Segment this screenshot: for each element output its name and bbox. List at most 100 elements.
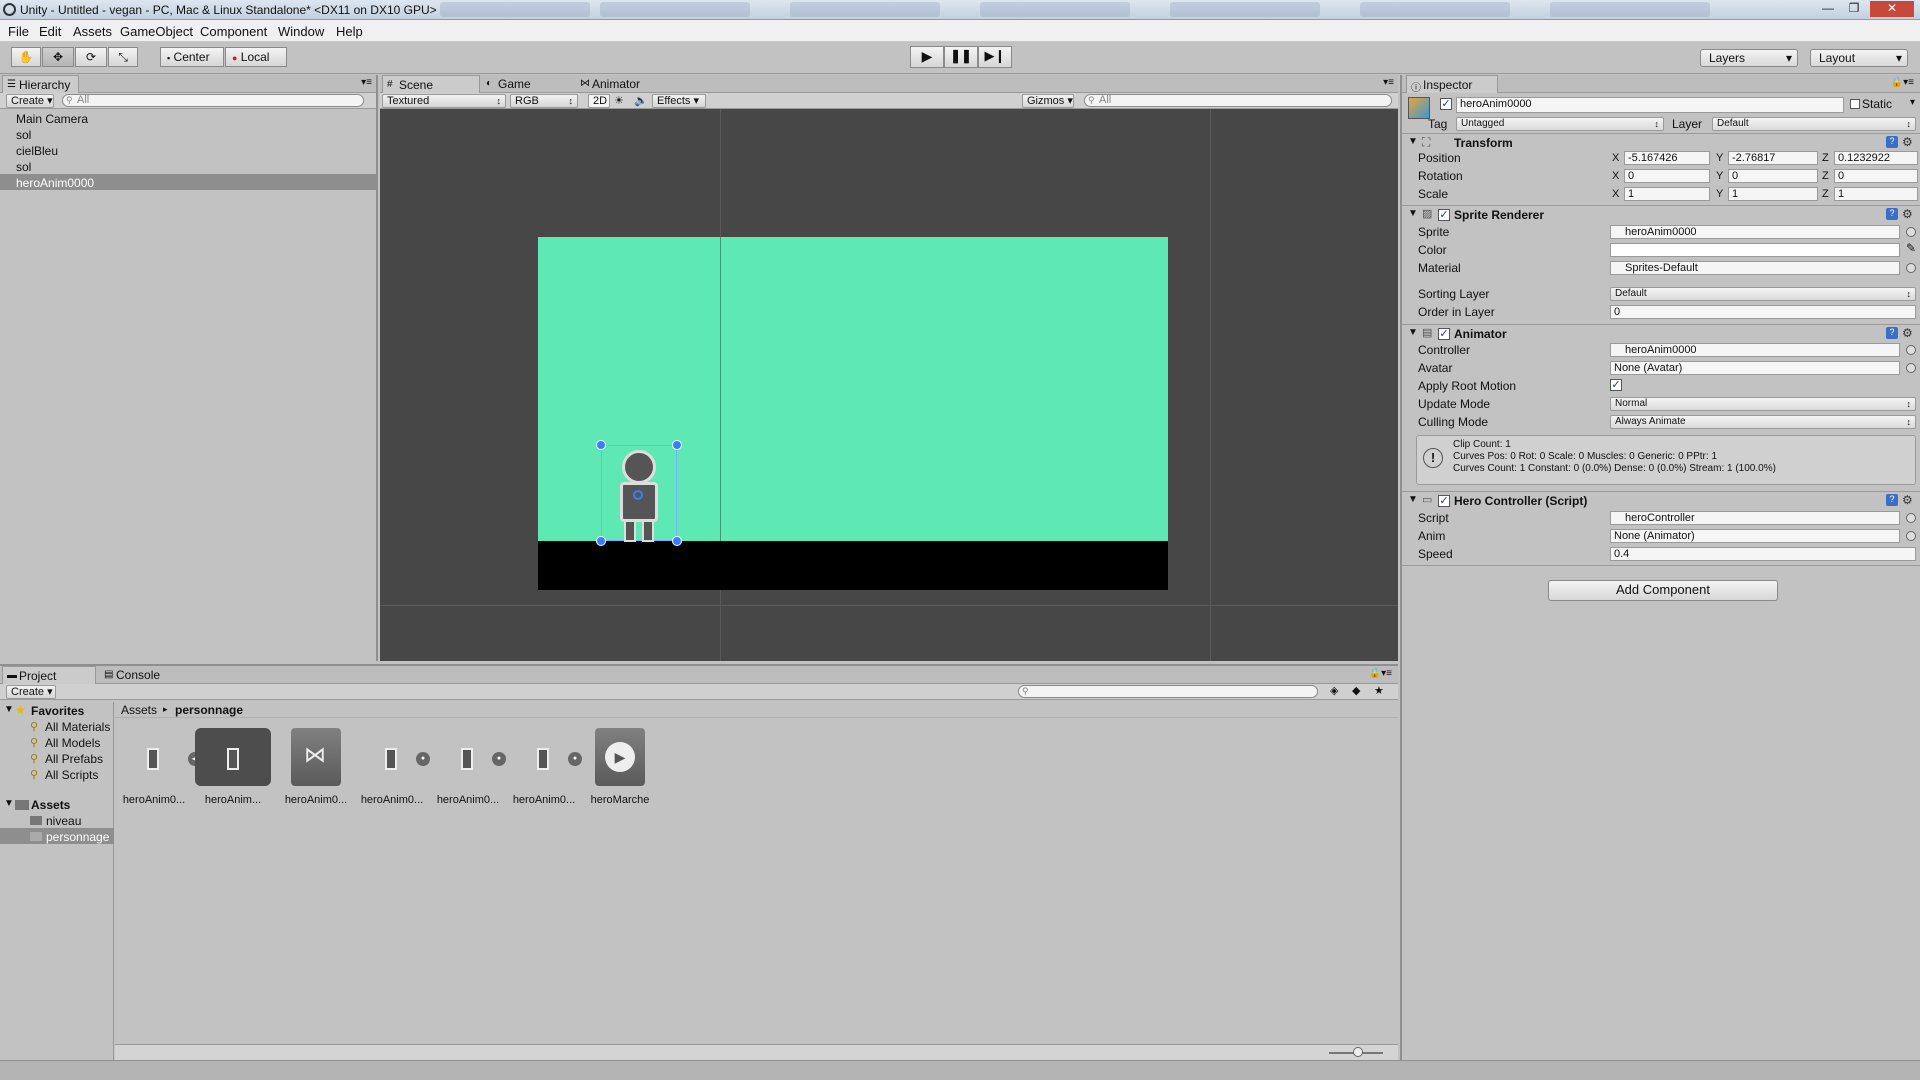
color-swatch[interactable] — [1610, 243, 1900, 257]
tag-dropdown[interactable]: Untagged — [1456, 117, 1664, 131]
favorite-item[interactable]: All Models — [45, 736, 100, 750]
close-button[interactable]: ✕ — [1870, 1, 1914, 17]
ground-sprite[interactable] — [538, 541, 1168, 590]
audio-toggle-icon[interactable]: 🔈 — [634, 94, 648, 107]
favorite-item[interactable]: All Prefabs — [45, 752, 103, 766]
play-button[interactable]: ▶ — [910, 46, 944, 68]
eyedropper-icon[interactable]: ✎ — [1906, 241, 1916, 255]
tab-scene[interactable]: # Scene — [382, 75, 480, 93]
static-dropdown-icon[interactable]: ▾ — [1910, 97, 1915, 108]
hero-sprite-selection[interactable] — [601, 445, 677, 542]
play-preview-icon[interactable]: ● — [568, 752, 582, 766]
help-icon[interactable]: ? — [1886, 327, 1898, 339]
layers-dropdown[interactable]: Layers — [1700, 49, 1798, 67]
favorite-star-icon[interactable]: ★ — [1374, 684, 1384, 697]
menu-assets[interactable]: Assets — [73, 24, 112, 39]
rotation-z-field[interactable]: 0 — [1834, 169, 1918, 183]
object-picker-icon[interactable] — [1906, 513, 1916, 523]
scene-search-input[interactable]: ⚲ All — [1084, 94, 1392, 107]
maximize-button[interactable]: ❐ — [1842, 1, 1866, 17]
help-icon[interactable]: ? — [1886, 136, 1898, 148]
asset-item[interactable]: ◀ heroAnim0... — [119, 728, 202, 808]
lock-and-menu-icon[interactable]: 🔒▾≡ — [1891, 77, 1914, 88]
foldout-arrow-icon[interactable]: ▼ — [1408, 208, 1418, 219]
breadcrumb-personnage[interactable]: personnage — [175, 703, 243, 717]
menu-edit[interactable]: Edit — [39, 24, 61, 39]
tab-console[interactable]: ▤ Console — [100, 666, 190, 684]
position-x-field[interactable]: -5.167426 — [1624, 151, 1710, 165]
sprite-renderer-enabled-checkbox[interactable]: ✓ — [1438, 209, 1450, 221]
menu-help[interactable]: Help — [336, 24, 363, 39]
layer-dropdown[interactable]: Default — [1712, 117, 1916, 131]
culling-mode-dropdown[interactable]: Always Animate — [1610, 415, 1916, 429]
thumbnail-size-slider-handle[interactable] — [1353, 1047, 1363, 1057]
apply-root-motion-checkbox[interactable]: ✓ — [1610, 379, 1622, 391]
menu-gameobject[interactable]: GameObject — [120, 24, 193, 39]
object-picker-icon[interactable] — [1906, 227, 1916, 237]
asset-item-selected[interactable]: heroAnim... — [195, 728, 271, 808]
favorite-item[interactable]: All Scripts — [45, 768, 98, 782]
animator-header[interactable]: ▼ ▤ ✓ Animator ? ⚙ — [1402, 324, 1920, 342]
pivot-handle-icon[interactable] — [633, 490, 643, 500]
avatar-field[interactable]: None (Avatar) — [1610, 361, 1900, 375]
panel-menu-icon[interactable]: ▾≡ — [361, 77, 372, 88]
object-picker-icon[interactable] — [1906, 363, 1916, 373]
scale-tool-button[interactable]: ⤡ — [108, 47, 138, 67]
menu-file[interactable]: File — [8, 24, 29, 39]
favorites-label[interactable]: Favorites — [31, 704, 84, 718]
order-in-layer-field[interactable]: 0 — [1610, 305, 1916, 319]
tab-project[interactable]: ▬ Project — [2, 666, 96, 684]
rect-handle[interactable] — [672, 440, 682, 450]
hierarchy-item[interactable]: cielBleu — [16, 144, 58, 158]
position-y-field[interactable]: -2.76817 — [1728, 151, 1818, 165]
hero-controller-enabled-checkbox[interactable]: ✓ — [1438, 495, 1450, 507]
hierarchy-search-input[interactable]: ⚲ All — [62, 94, 364, 107]
2d-toggle[interactable]: 2D — [588, 94, 610, 108]
update-mode-dropdown[interactable]: Normal — [1610, 397, 1916, 411]
render-mode-dropdown[interactable]: RGB ↕ — [510, 94, 578, 108]
move-tool-button[interactable]: ✥ — [42, 47, 74, 67]
gear-icon[interactable]: ⚙ — [1902, 494, 1913, 506]
favorite-item[interactable]: All Materials — [45, 720, 110, 734]
scale-y-field[interactable]: 1 — [1728, 187, 1818, 201]
gameobject-name-field[interactable]: heroAnim0000 — [1456, 97, 1844, 113]
minimize-button[interactable]: — — [1816, 1, 1840, 17]
filter-by-type-icon[interactable]: ◈ — [1330, 684, 1338, 697]
breadcrumb-assets[interactable]: Assets — [121, 703, 157, 717]
menu-window[interactable]: Window — [278, 24, 324, 39]
help-icon[interactable]: ? — [1886, 494, 1898, 506]
hierarchy-item[interactable]: sol — [16, 160, 31, 174]
rect-handle[interactable] — [672, 536, 682, 546]
layout-dropdown[interactable]: Layout — [1810, 49, 1908, 67]
tab-animator[interactable]: ⋈ Animator — [576, 75, 676, 93]
draw-mode-dropdown[interactable]: Textured ↕ — [382, 94, 506, 108]
pivot-center-toggle[interactable]: ▪ Center — [160, 47, 224, 67]
object-picker-icon[interactable] — [1906, 263, 1916, 273]
foldout-arrow-icon[interactable]: ▼ — [4, 798, 14, 809]
gear-icon[interactable]: ⚙ — [1902, 208, 1913, 220]
transform-header[interactable]: ▼ ⛶ Transform ? ⚙ — [1402, 133, 1920, 151]
tab-inspector[interactable]: ⓘ Inspector — [1406, 75, 1498, 94]
play-preview-icon[interactable]: ● — [416, 752, 430, 766]
animator-enabled-checkbox[interactable]: ✓ — [1438, 328, 1450, 340]
sorting-layer-dropdown[interactable]: Default — [1610, 287, 1916, 301]
rect-handle[interactable] — [596, 440, 606, 450]
rect-handle[interactable] — [596, 536, 606, 546]
scale-z-field[interactable]: 1 — [1834, 187, 1918, 201]
hierarchy-create-button[interactable]: Create ▾ — [6, 94, 54, 108]
help-icon[interactable]: ? — [1886, 208, 1898, 220]
position-z-field[interactable]: 0.1232922 — [1834, 151, 1918, 165]
rotate-tool-button[interactable]: ⟳ — [75, 47, 107, 67]
rotation-x-field[interactable]: 0 — [1624, 169, 1710, 183]
menu-component[interactable]: Component — [200, 24, 267, 39]
play-preview-icon[interactable]: ● — [492, 752, 506, 766]
lighting-toggle-icon[interactable]: ☀ — [614, 94, 624, 107]
space-local-toggle[interactable]: ● Local — [225, 47, 287, 67]
sprite-field[interactable]: heroAnim0000 — [1610, 225, 1900, 239]
hierarchy-item[interactable]: sol — [16, 128, 31, 142]
effects-dropdown[interactable]: Effects ▾ — [652, 94, 706, 108]
scene-viewport[interactable] — [380, 109, 1398, 661]
scale-x-field[interactable]: 1 — [1624, 187, 1710, 201]
filter-by-label-icon[interactable]: ◆ — [1352, 684, 1360, 697]
gizmos-dropdown[interactable]: Gizmos ▾ — [1022, 94, 1074, 108]
